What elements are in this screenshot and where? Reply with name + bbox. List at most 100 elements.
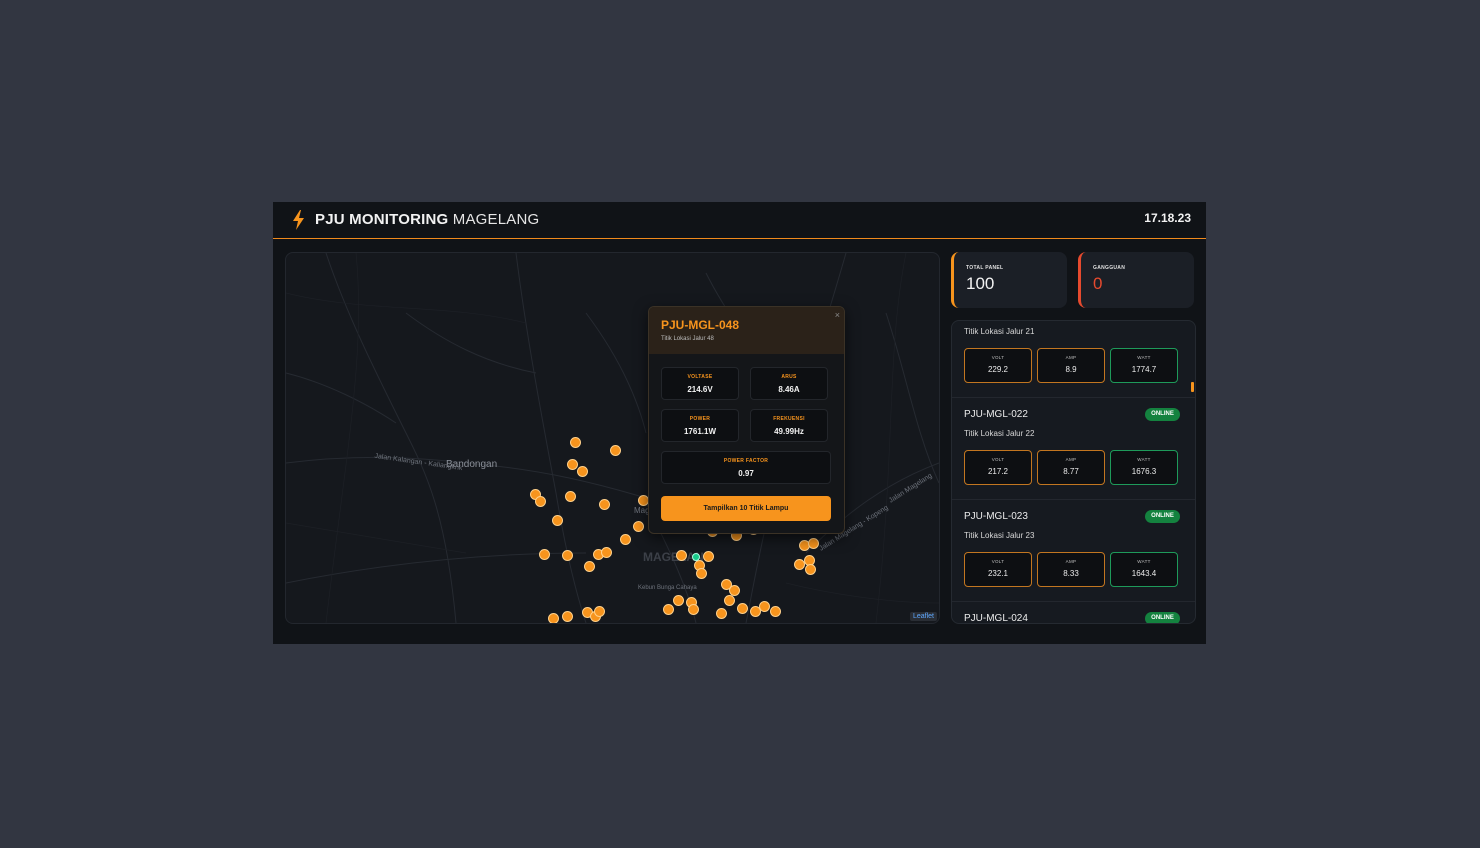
metric-label: VOLTASE: [687, 374, 713, 380]
panel-marker[interactable]: [577, 466, 588, 477]
volt-box: VOLT 229.2: [964, 348, 1032, 383]
panel-marker[interactable]: [570, 437, 581, 448]
app-title-city: MAGELANG: [452, 211, 540, 228]
amp-box: AMP 8.77: [1037, 450, 1105, 485]
panel-marker[interactable]: [688, 604, 699, 615]
panel-marker[interactable]: [716, 608, 727, 619]
panel-marker[interactable]: [584, 561, 595, 572]
status-badge: ONLINE: [1145, 408, 1180, 421]
watt-value: 1643.4: [1131, 569, 1157, 578]
panel-list[interactable]: Titik Lokasi Jalur 21 VOLT 229.2 AMP 8.9…: [951, 320, 1196, 624]
stat-label: TOTAL PANEL: [966, 265, 1004, 271]
volt-box: VOLT 232.1: [964, 552, 1032, 587]
show-lamps-button[interactable]: Tampilkan 10 Titik Lampu: [661, 496, 831, 521]
watt-box: WATT 1774.7: [1110, 348, 1178, 383]
panel-marker[interactable]: [676, 550, 687, 561]
stat-label: GANGGUAN: [1093, 265, 1126, 271]
panel-marker[interactable]: [539, 549, 550, 560]
panel-marker[interactable]: [737, 603, 748, 614]
panel-marker[interactable]: [770, 606, 781, 617]
metric-value: 1761.1W: [683, 427, 717, 436]
metric-power-factor: POWER FACTOR 0.97: [661, 451, 831, 484]
amp-box: AMP 8.33: [1037, 552, 1105, 587]
panel-marker[interactable]: [794, 559, 805, 570]
metric-power: POWER 1761.1W: [661, 409, 739, 442]
list-item[interactable]: Titik Lokasi Jalur 21 VOLT 229.2 AMP 8.9…: [952, 321, 1195, 398]
metric-arus: ARUS 8.46A: [750, 367, 828, 400]
panel-marker[interactable]: [599, 499, 610, 510]
watt-value: 1676.3: [1131, 467, 1157, 476]
volt-value: 232.1: [987, 569, 1009, 578]
panel-marker[interactable]: [724, 595, 735, 606]
stat-value: 0: [1093, 274, 1103, 293]
metric-voltase: VOLTASE 214.6V: [661, 367, 739, 400]
metric-value: 8.46A: [778, 385, 800, 394]
status-badge: ONLINE: [1145, 612, 1180, 623]
metric-label: FREKUENSI: [773, 416, 805, 422]
panel-marker[interactable]: [663, 604, 674, 615]
metric-value: 214.6V: [687, 385, 713, 394]
panel-popup: PJU-MGL-048 Titik Lokasi Jalur 48 × VOLT…: [648, 306, 845, 534]
watt-label: WATT: [1137, 355, 1151, 360]
panel-marker[interactable]: [696, 568, 707, 579]
list-item[interactable]: PJU-MGL-022 ONLINE Titik Lokasi Jalur 22…: [952, 398, 1195, 500]
list-item[interactable]: PJU-MGL-023 ONLINE Titik Lokasi Jalur 23…: [952, 500, 1195, 602]
leaflet-attribution[interactable]: Leaflet: [909, 612, 937, 621]
watt-box: WATT 1643.4: [1110, 552, 1178, 587]
selected-panel-marker[interactable]: [692, 553, 700, 561]
panel-marker[interactable]: [805, 564, 816, 575]
item-location: Titik Lokasi Jalur 21: [964, 327, 1035, 336]
panel-marker[interactable]: [620, 534, 631, 545]
app-title-bold: PJU MONITORING: [315, 211, 449, 228]
clock: 17.18.23: [1144, 211, 1191, 225]
volt-label: VOLT: [991, 355, 1005, 360]
panel-marker[interactable]: [808, 538, 819, 549]
volt-box: VOLT 217.2: [964, 450, 1032, 485]
panel-marker[interactable]: [633, 521, 644, 532]
amp-value: 8.77: [1063, 467, 1079, 476]
amp-box: AMP 8.9: [1037, 348, 1105, 383]
panel-marker[interactable]: [565, 491, 576, 502]
panel-marker[interactable]: [552, 515, 563, 526]
stat-total-panel: TOTAL PANEL 100: [951, 252, 1067, 308]
amp-label: AMP: [1065, 355, 1077, 360]
list-item[interactable]: PJU-MGL-024 ONLINE: [952, 602, 1195, 623]
popup-panel-id: PJU-MGL-048: [661, 318, 740, 332]
panel-marker[interactable]: [610, 445, 621, 456]
volt-label: VOLT: [991, 559, 1005, 564]
lightning-bolt-icon: [293, 210, 304, 230]
popup-close-icon[interactable]: ×: [835, 310, 840, 320]
panel-marker[interactable]: [567, 459, 578, 470]
item-location: Titik Lokasi Jalur 23: [964, 531, 1035, 540]
volt-label: VOLT: [991, 457, 1005, 462]
list-scrollbar-thumb[interactable]: [1191, 382, 1194, 392]
map-label-area: Kebun Bunga Cahaya: [638, 585, 697, 591]
stat-gangguan: GANGGUAN 0: [1078, 252, 1194, 308]
item-location: Titik Lokasi Jalur 22: [964, 429, 1035, 438]
metric-label: POWER FACTOR: [723, 458, 769, 464]
panel-marker[interactable]: [759, 601, 770, 612]
volt-value: 229.2: [987, 365, 1009, 374]
panel-marker[interactable]: [562, 611, 573, 622]
item-panel-id: PJU-MGL-023: [964, 511, 1028, 522]
panel-marker[interactable]: [703, 551, 714, 562]
metric-frekuensi: FREKUENSI 49.99Hz: [750, 409, 828, 442]
popup-location: Titik Lokasi Jalur 48: [661, 336, 714, 342]
watt-value: 1774.7: [1131, 365, 1157, 374]
panel-marker[interactable]: [601, 547, 612, 558]
top-header: PJU MONITORING MAGELANG 17.18.23: [273, 202, 1206, 239]
amp-value: 8.33: [1063, 569, 1079, 578]
stat-value: 100: [966, 274, 995, 293]
metric-label: ARUS: [781, 374, 797, 380]
app-title: PJU MONITORING MAGELANG: [315, 211, 539, 228]
panel-marker[interactable]: [673, 595, 684, 606]
metric-value: 49.99Hz: [774, 427, 804, 436]
app-window: PJU MONITORING MAGELANG 17.18.23 Bandong…: [273, 202, 1206, 644]
watt-box: WATT 1676.3: [1110, 450, 1178, 485]
map-view[interactable]: Bandongan Jalan Kalangan - Kaliangkrik M…: [285, 252, 940, 624]
panel-marker[interactable]: [562, 550, 573, 561]
panel-marker[interactable]: [548, 613, 559, 623]
panel-marker[interactable]: [535, 496, 546, 507]
metric-label: POWER: [689, 416, 711, 422]
panel-marker[interactable]: [594, 606, 605, 617]
